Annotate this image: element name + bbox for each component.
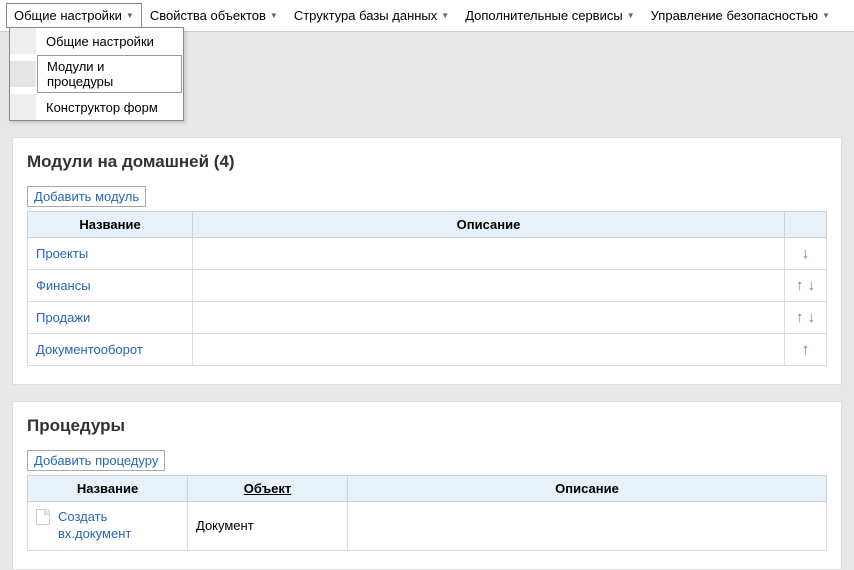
procedures-th-desc: Описание [348,476,827,502]
module-link[interactable]: Документооборот [36,342,143,357]
module-arrows: ↓ [785,238,827,270]
dropdown-item-icon [10,61,36,87]
table-row: Финансы ↑↓ [28,270,827,302]
dropdown-item-label: Модули и процедуры [47,59,113,89]
arrow-down-icon[interactable]: ↓ [808,277,816,294]
dropdown-item-icon [10,28,36,54]
arrow-up-icon[interactable]: ↑ [796,309,804,326]
dropdown-item-modules[interactable]: Модули и процедуры [10,54,183,94]
dropdown-item-form-designer[interactable]: Конструктор форм [10,94,183,120]
menu-extra-services-label: Дополнительные сервисы [465,8,623,23]
procedure-desc [348,502,827,551]
caret-down-icon: ▼ [270,11,278,20]
procedures-th-object[interactable]: Объект [188,476,348,502]
procedures-panel: Процедуры Добавить процедуру Название Об… [12,401,842,570]
menu-security[interactable]: Управление безопасностью ▼ [643,3,838,28]
procedures-th-name: Название [28,476,188,502]
module-arrows: ↑ [785,334,827,366]
table-row: Продажи ↑↓ [28,302,827,334]
dropdown-item-label: Общие настройки [46,34,154,49]
arrow-down-icon[interactable]: ↓ [808,309,816,326]
add-procedure-button[interactable]: Добавить процедуру [27,450,165,471]
menu-object-properties-label: Свойства объектов [150,8,266,23]
dropdown-menu: Общие настройки Модули и процедуры Конст… [9,27,184,121]
menu-general-settings[interactable]: Общие настройки ▼ [6,3,142,28]
modules-panel-title: Модули на домашней (4) [27,152,827,172]
menu-db-structure[interactable]: Структура базы данных ▼ [286,3,457,28]
dropdown-item-general[interactable]: Общие настройки [10,28,183,54]
module-arrows: ↑↓ [785,270,827,302]
table-row: Документооборот ↑ [28,334,827,366]
menu-db-structure-label: Структура базы данных [294,8,437,23]
caret-down-icon: ▼ [126,11,134,20]
caret-down-icon: ▼ [627,11,635,20]
dropdown-item-icon [10,94,36,120]
arrow-down-icon[interactable]: ↓ [802,245,810,262]
dropdown-item-label: Конструктор форм [46,100,158,115]
add-module-button[interactable]: Добавить модуль [27,186,146,207]
modules-th-name: Название [28,212,193,238]
modules-panel: Модули на домашней (4) Добавить модуль Н… [12,137,842,385]
caret-down-icon: ▼ [441,11,449,20]
module-desc [193,238,785,270]
module-link[interactable]: Финансы [36,278,91,293]
procedures-panel-title: Процедуры [27,416,827,436]
arrow-up-icon[interactable]: ↑ [802,341,810,358]
menu-extra-services[interactable]: Дополнительные сервисы ▼ [457,3,642,28]
file-icon [36,509,50,525]
arrow-up-icon[interactable]: ↑ [796,277,804,294]
menu-security-label: Управление безопасностью [651,8,818,23]
modules-table: Название Описание Проекты↓Финансы↑↓Прода… [27,211,827,366]
caret-down-icon: ▼ [822,11,830,20]
procedure-object: Документ [188,502,348,551]
module-desc [193,302,785,334]
table-row: Создатьвх.документ Документ [28,502,827,551]
table-row: Проекты ↓ [28,238,827,270]
modules-th-actions [785,212,827,238]
module-desc [193,270,785,302]
module-link[interactable]: Продажи [36,310,90,325]
menu-general-settings-label: Общие настройки [14,8,122,23]
module-link[interactable]: Проекты [36,246,88,261]
module-arrows: ↑↓ [785,302,827,334]
menu-object-properties[interactable]: Свойства объектов ▼ [142,3,286,28]
modules-th-desc: Описание [193,212,785,238]
procedure-link[interactable]: Создатьвх.документ [58,509,131,543]
module-desc [193,334,785,366]
procedures-table: Название Объект Описание Создатьвх.докум… [27,475,827,551]
